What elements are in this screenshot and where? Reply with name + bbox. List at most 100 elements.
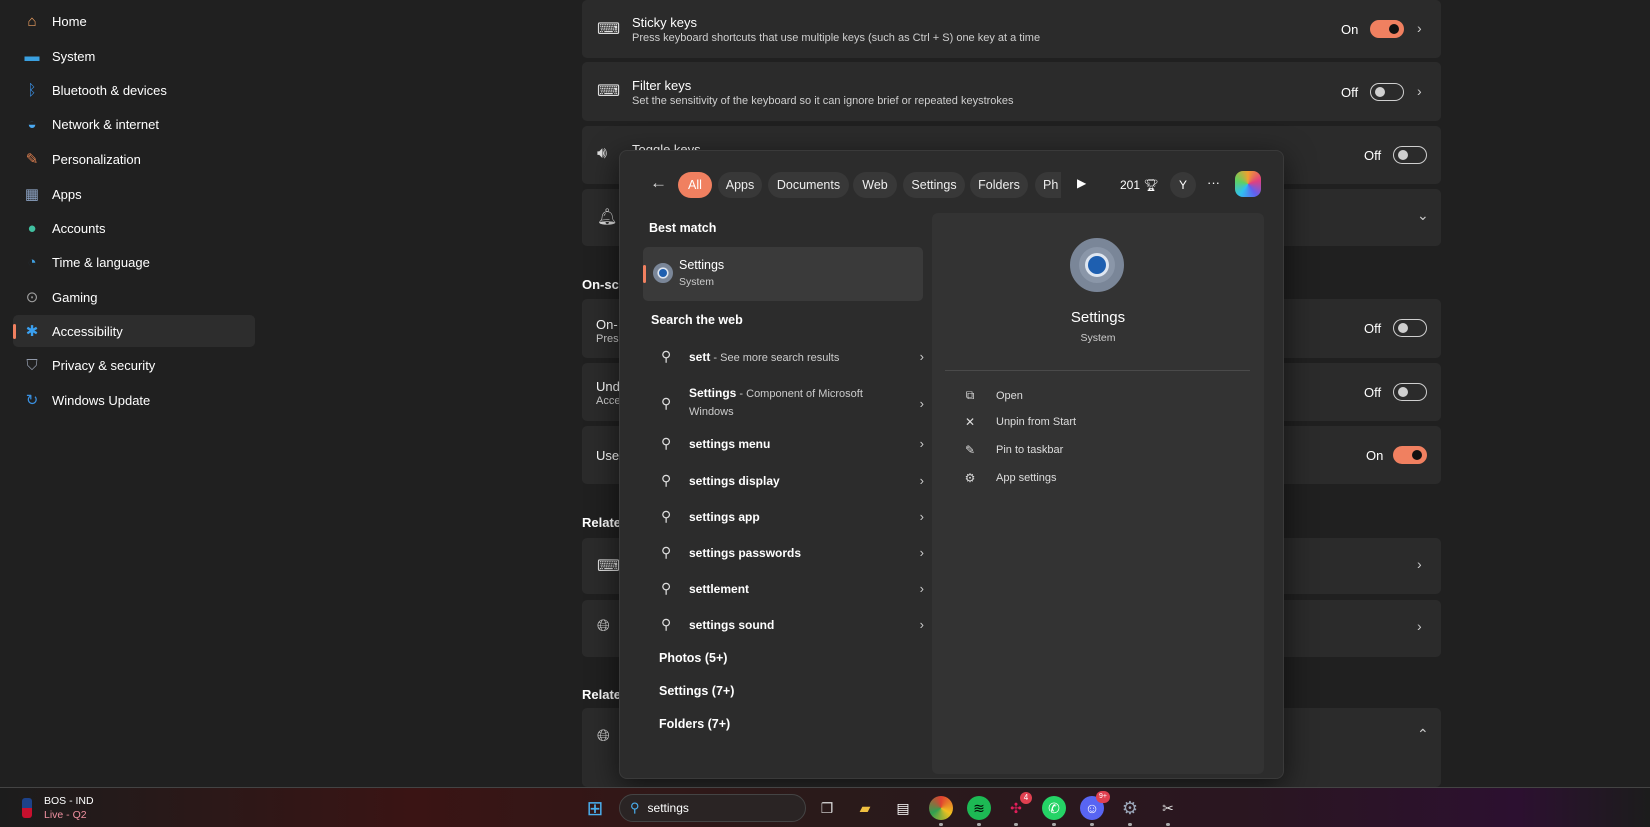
sidebar-item-bluetooth[interactable]: ᛒ Bluetooth & devices: [13, 74, 255, 106]
web-result[interactable]: ⚲ settings menu ›: [642, 435, 924, 452]
web-result[interactable]: ⚲ settings passwords ›: [642, 544, 924, 561]
filter-documents[interactable]: Documents: [768, 172, 849, 198]
section-heading: Relate: [582, 515, 622, 530]
label: Network & internet: [52, 116, 159, 132]
copilot-icon[interactable]: [1235, 171, 1261, 197]
group-folders[interactable]: Folders (7+): [659, 717, 730, 731]
taskbar-search-input[interactable]: ⚲ settings: [619, 794, 806, 822]
settings-app-icon[interactable]: ⚙: [1118, 796, 1142, 820]
microsoft-store-icon[interactable]: ▤: [891, 796, 915, 820]
avatar[interactable]: Y: [1170, 172, 1196, 198]
shield-icon: ⛉: [26, 356, 38, 374]
play-icon[interactable]: ▶: [1077, 176, 1086, 190]
game-status: Live - Q2: [44, 809, 87, 821]
chrome-icon[interactable]: [929, 796, 953, 820]
toggle-keys-toggle[interactable]: [1393, 146, 1427, 164]
toggle[interactable]: [1393, 383, 1427, 401]
filter-all[interactable]: All: [678, 172, 712, 198]
title: Sticky keys: [632, 15, 698, 30]
running-indicator: [1090, 823, 1094, 826]
sticky-keys-toggle[interactable]: [1370, 20, 1404, 38]
person-icon: ●: [27, 219, 37, 237]
sidebar-item-network[interactable]: ◒ Network & internet: [13, 108, 255, 140]
accessibility-icon: ✱: [25, 323, 39, 340]
snipping-tool-icon[interactable]: ✂: [1156, 796, 1180, 820]
sports-widget[interactable]: BOS - IND Live - Q2: [20, 794, 120, 822]
back-arrow-icon[interactable]: ←: [650, 173, 667, 193]
filter-photos[interactable]: Ph: [1035, 172, 1061, 198]
detail-subtitle: System: [1080, 332, 1116, 344]
web-result[interactable]: ⚲ settings app ›: [642, 508, 924, 525]
windows-start-icon[interactable]: ⊞: [583, 796, 607, 820]
notification-badge: 9+: [1096, 791, 1110, 803]
group-settings[interactable]: Settings (7+): [659, 684, 734, 698]
sidebar-item-accessibility[interactable]: ✱ Accessibility: [13, 315, 255, 347]
label: Apps: [52, 186, 82, 202]
search-icon: ⚲: [661, 394, 672, 411]
filter-folders[interactable]: Folders: [970, 172, 1028, 198]
chevron-right-icon: ›: [919, 349, 924, 364]
sidebar-item-windows-update[interactable]: ↻ Windows Update: [13, 384, 255, 416]
chevron-right-icon: ›: [1417, 618, 1422, 634]
chevron-down-icon: ⌄: [1417, 207, 1429, 223]
running-indicator: [939, 823, 943, 826]
sticky-keys-row[interactable]: ⌨ Sticky keys Press keyboard shortcuts t…: [582, 0, 1441, 58]
slack-icon[interactable]: ✣ 4: [1004, 792, 1032, 820]
web-result[interactable]: ⚲ settings sound ›: [642, 616, 924, 633]
globe-search-icon: 🌐︎: [597, 728, 610, 745]
action-pin-taskbar[interactable]: ✎ Pin to taskbar: [962, 443, 1063, 457]
toggle[interactable]: [1393, 446, 1427, 464]
task-view-icon[interactable]: ❐: [815, 796, 839, 820]
globe-clock-icon: ◔: [27, 253, 37, 271]
spotify-icon[interactable]: ≋: [967, 796, 991, 820]
update-icon: ↻: [25, 392, 39, 409]
group-photos[interactable]: Photos (5+): [659, 651, 727, 665]
trophy-icon: 🏆︎: [1143, 178, 1159, 192]
search-icon: ⚲: [661, 348, 672, 364]
file-explorer-icon[interactable]: ▰: [853, 796, 877, 820]
taskbar: BOS - IND Live - Q2 ⊞ ⚲ settings ❐ ▰ ▤ ≋…: [0, 787, 1650, 827]
web-result[interactable]: ⚲ settings display ›: [642, 472, 924, 489]
action-open[interactable]: ⧉ Open: [962, 388, 1023, 403]
action-app-settings[interactable]: ⚙ App settings: [962, 471, 1057, 485]
settings-gear-icon: [1070, 238, 1124, 292]
sidebar-item-accounts[interactable]: ● Accounts: [13, 212, 255, 244]
label: Privacy & security: [52, 357, 156, 373]
bluetooth-icon: ᛒ: [27, 81, 37, 99]
state: On: [1366, 448, 1384, 463]
running-indicator: [977, 823, 981, 826]
language-icon: 🌐︎: [597, 618, 610, 635]
rewards-points[interactable]: 201 🏆︎: [1120, 178, 1159, 192]
filter-web[interactable]: Web: [853, 172, 897, 198]
sidebar-item-personalization[interactable]: ✎ Personalization: [13, 143, 255, 175]
best-match-item[interactable]: Settings System: [643, 247, 923, 301]
state: Off: [1364, 148, 1382, 163]
filter-apps[interactable]: Apps: [718, 172, 762, 198]
sidebar-item-home[interactable]: ⌂ Home: [13, 5, 255, 37]
filter-keys-row[interactable]: ⌨ Filter keys Set the sensitivity of the…: [582, 62, 1441, 121]
chevron-right-icon: ›: [919, 473, 924, 488]
filter-keys-toggle[interactable]: [1370, 83, 1404, 101]
web-result[interactable]: ⚲ Settings - Component of Microsoft Window…: [642, 385, 924, 421]
discord-icon[interactable]: ☺ 9+: [1080, 791, 1110, 820]
home-icon: ⌂: [27, 12, 37, 30]
web-result[interactable]: ⚲ sett - See more search results ›: [642, 348, 924, 365]
sidebar-item-privacy[interactable]: ⛉ Privacy & security: [13, 349, 255, 381]
chevron-right-icon: ›: [919, 395, 924, 411]
description: Acce: [596, 395, 621, 407]
title: On-: [596, 317, 618, 332]
whatsapp-icon[interactable]: ✆: [1042, 796, 1066, 820]
sidebar-item-system[interactable]: ▬ System: [13, 40, 255, 72]
web-result[interactable]: ⚲ settlement ›: [642, 580, 924, 597]
filter-settings[interactable]: Settings: [903, 172, 965, 198]
description: Press keyboard shortcuts that use multip…: [632, 32, 1041, 44]
label: Accessibility: [52, 323, 123, 339]
action-unpin[interactable]: ✕ Unpin from Start: [962, 415, 1076, 429]
more-options-icon[interactable]: ···: [1207, 175, 1220, 190]
sidebar-item-time-language[interactable]: ◔ Time & language: [13, 246, 255, 278]
toggle[interactable]: [1393, 319, 1427, 337]
sidebar-item-apps[interactable]: ▦ Apps: [13, 178, 255, 210]
search-icon: ⚲: [661, 508, 672, 524]
sidebar-item-gaming[interactable]: ⊙ Gaming: [13, 281, 255, 313]
wifi-icon: ◒: [27, 115, 37, 133]
